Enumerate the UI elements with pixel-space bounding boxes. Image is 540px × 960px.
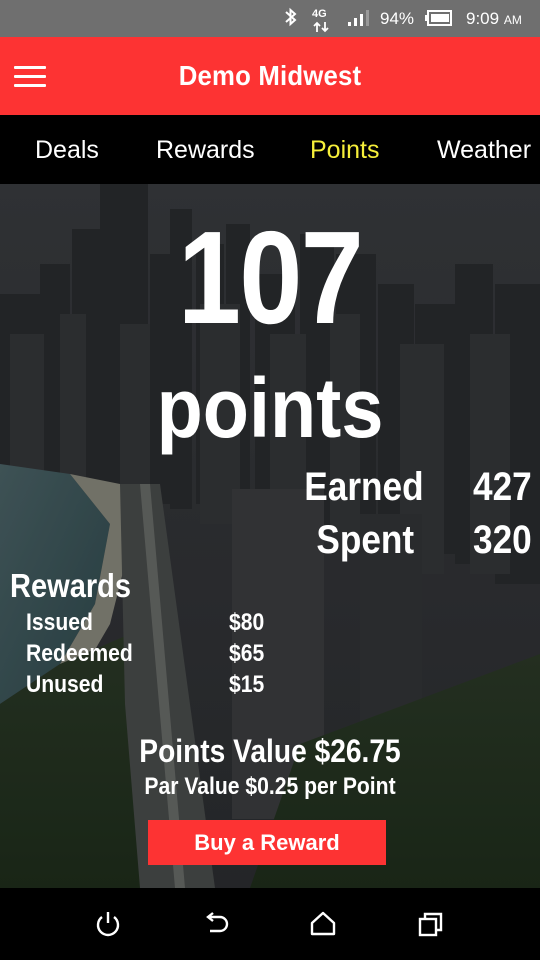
earned-label: Earned [304, 465, 424, 509]
back-icon[interactable] [200, 908, 232, 940]
rewards-redeemed-label: Redeemed [26, 640, 133, 667]
points-value-text: Points Value $26.75 [139, 733, 401, 769]
points-unit-label: points [156, 361, 384, 455]
home-icon[interactable] [307, 908, 339, 940]
battery-percent: 94% [380, 9, 415, 28]
battery-icon [425, 0, 455, 37]
tab-points[interactable]: Points [310, 117, 379, 184]
tab-rewards[interactable]: Rewards [156, 117, 255, 184]
time-suffix: AM [503, 13, 522, 27]
bluetooth-icon [283, 0, 301, 37]
navigation-bar [0, 888, 540, 960]
app-bar: Demo Midwest [0, 37, 540, 115]
buy-reward-button[interactable]: Buy a Reward [148, 820, 386, 865]
tab-weather[interactable]: Weather [437, 117, 531, 184]
recent-apps-icon[interactable] [415, 908, 447, 940]
status-time: 9:09 AM [466, 0, 522, 37]
points-total: 107 [177, 204, 364, 351]
time-value: 9:09 [466, 9, 500, 28]
rewards-unused-label: Unused [26, 671, 104, 698]
tab-bar: Deals Rewards Points Weather [0, 117, 540, 184]
rewards-issued-label: Issued [26, 609, 93, 636]
rewards-issued-value: $80 [229, 609, 265, 636]
spent-label: Spent [316, 518, 414, 562]
earned-value: 427 [473, 465, 532, 509]
signal-icon [346, 0, 372, 37]
rewards-redeemed-value: $65 [229, 640, 265, 667]
tab-deals[interactable]: Deals [35, 117, 99, 184]
app-title: Demo Midwest [178, 60, 362, 91]
rewards-unused-value: $15 [229, 671, 265, 698]
status-bar: 4G 94% 9:09 AM [0, 0, 540, 37]
par-value-text: Par Value $0.25 per Point [144, 773, 396, 800]
network-label: 4G [312, 8, 327, 20]
power-icon[interactable] [92, 908, 124, 940]
spent-value: 320 [473, 518, 532, 562]
rewards-heading: Rewards [10, 567, 132, 604]
